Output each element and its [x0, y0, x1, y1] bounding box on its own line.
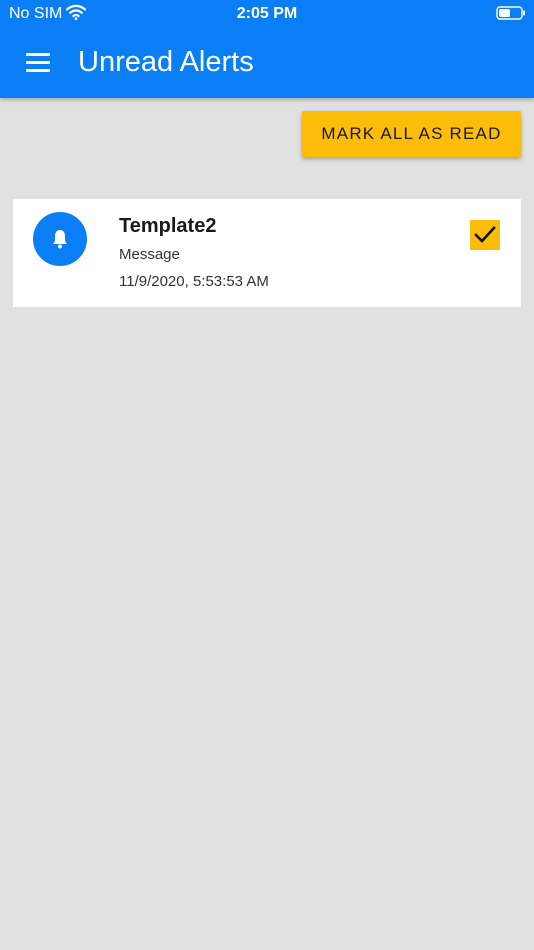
- app-header: No SIM 2:05 PM Unread Alerts: [0, 0, 534, 98]
- alert-checkbox[interactable]: [470, 220, 500, 250]
- mark-all-as-read-button[interactable]: MARK ALL AS READ: [302, 111, 521, 157]
- alert-avatar: [33, 212, 87, 266]
- alert-list-item[interactable]: Template2 Message 11/9/2020, 5:53:53 AM: [13, 199, 521, 307]
- status-time: 2:05 PM: [236, 5, 298, 22]
- checkmark-icon: [474, 226, 496, 243]
- page-title: Unread Alerts: [78, 46, 254, 78]
- battery-icon: [496, 6, 525, 20]
- status-bar: No SIM 2:05 PM: [0, 0, 534, 28]
- alert-timestamp: 11/9/2020, 5:53:53 AM: [119, 273, 269, 290]
- bell-icon: [53, 230, 67, 249]
- hamburger-menu-icon[interactable]: [22, 48, 54, 76]
- alert-message: Message: [119, 246, 180, 263]
- alert-title: Template2: [119, 215, 217, 237]
